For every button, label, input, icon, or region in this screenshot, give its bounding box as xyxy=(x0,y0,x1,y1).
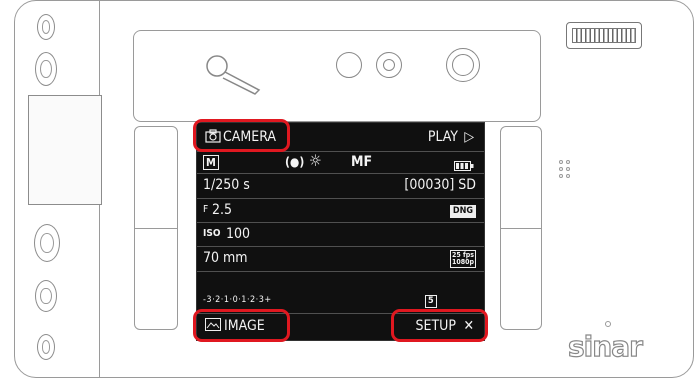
round-button[interactable] xyxy=(336,52,362,78)
left-side-pad-divider xyxy=(134,228,178,229)
iso-value: 100 xyxy=(226,226,251,242)
exposure-mode-badge: M xyxy=(203,155,219,170)
battery-icon xyxy=(454,157,474,177)
square-button[interactable] xyxy=(452,54,474,76)
focal-length: 70 mm xyxy=(203,250,248,266)
key-icon xyxy=(206,55,261,95)
setup-menu-highlight xyxy=(391,309,488,342)
left-knob-3[interactable] xyxy=(37,334,55,360)
speaker-dot xyxy=(566,167,570,171)
focus-mode: MF xyxy=(351,154,373,170)
divider xyxy=(197,271,484,272)
shutter-speed: 1/250 s xyxy=(203,177,250,193)
play-icon: ▷ xyxy=(464,129,474,145)
right-side-pad-divider xyxy=(500,228,542,229)
shots-remaining: [00030] SD xyxy=(404,177,476,193)
speaker-dot xyxy=(559,160,563,164)
camera-menu-highlight xyxy=(193,119,290,152)
video-resolution: 1080p xyxy=(451,258,474,266)
file-format-badge: DNG xyxy=(449,205,476,218)
white-balance-icon: ☼ xyxy=(309,151,322,170)
speaker-dot xyxy=(559,167,563,171)
left-knob-1[interactable] xyxy=(34,224,60,262)
dial-button-center xyxy=(383,59,395,71)
top-left-knob[interactable] xyxy=(37,14,55,40)
side-grip-panel xyxy=(28,95,102,205)
top-control-panel xyxy=(133,30,541,122)
exposure-scale: -3·2·1·0·1·2·3+ xyxy=(203,295,272,305)
speaker-dot xyxy=(566,174,570,178)
aperture-prefix: F xyxy=(203,204,209,215)
play-menu-label[interactable]: PLAY xyxy=(428,127,458,147)
status-divider xyxy=(197,173,484,174)
divider xyxy=(197,198,484,199)
status-led xyxy=(605,321,611,327)
iso-label: ISO xyxy=(203,228,221,239)
speaker-dot xyxy=(566,160,570,164)
divider xyxy=(197,222,484,223)
aperture-value: 2.5 xyxy=(212,202,233,218)
top-left-knob-lower[interactable] xyxy=(35,52,57,86)
metering-icon: (●) xyxy=(285,155,305,169)
image-menu-highlight xyxy=(193,309,290,342)
left-knob-2[interactable] xyxy=(35,280,57,312)
video-format-badge: 25 fps 1080p xyxy=(449,250,476,268)
divider xyxy=(197,246,484,247)
thumb-wheel-grip xyxy=(572,28,636,43)
speaker-dot xyxy=(559,174,563,178)
bracket-count-badge: 5 xyxy=(425,295,437,308)
brand-logo: sinar xyxy=(567,329,643,363)
